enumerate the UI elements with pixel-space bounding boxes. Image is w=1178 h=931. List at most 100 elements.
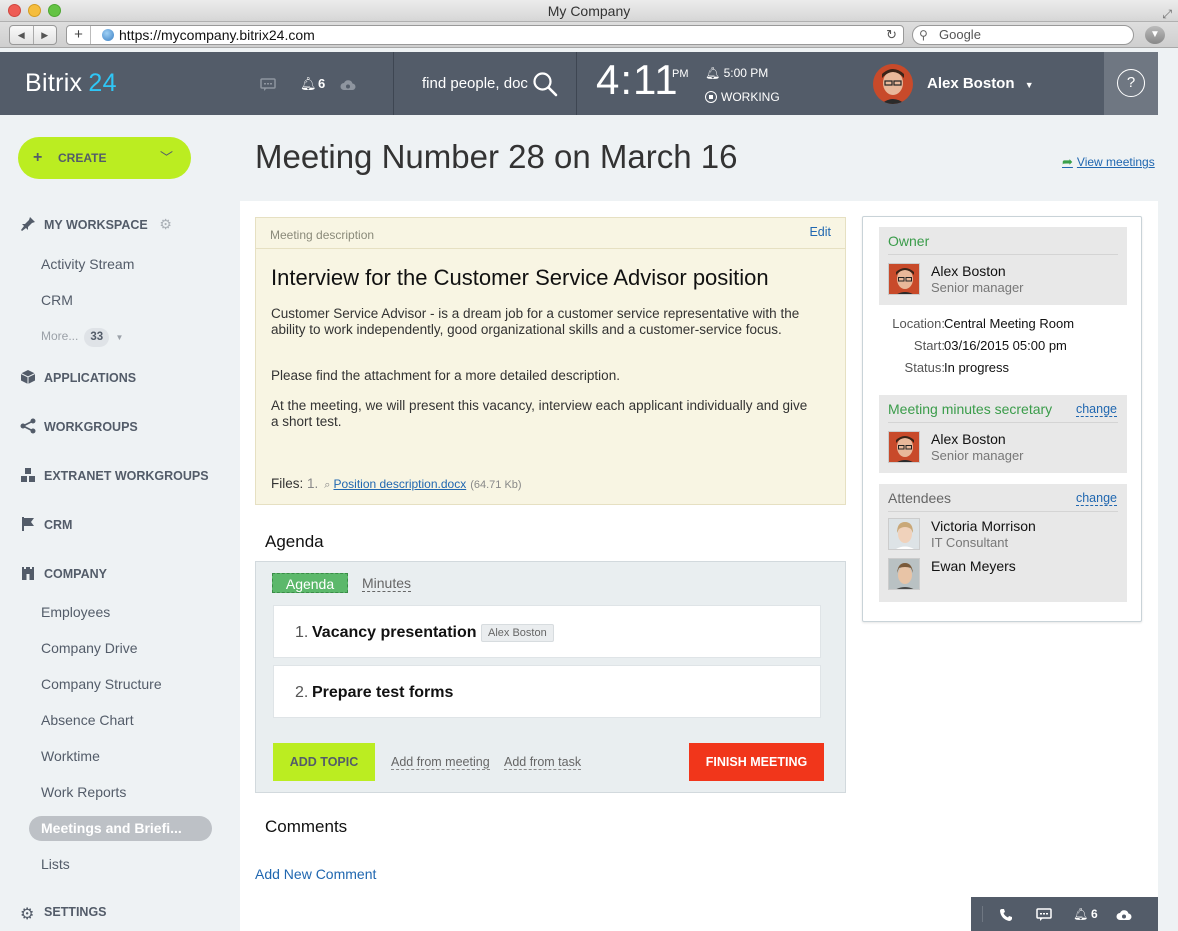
page-title: Meeting Number 28 on March 16 — [255, 138, 738, 175]
zoom-window-button[interactable] — [48, 4, 61, 17]
plus-icon: + — [33, 149, 43, 166]
help-button[interactable]: ? — [1104, 52, 1158, 115]
search-icon: ⚲ — [919, 28, 928, 42]
work-status[interactable]: WORKING — [705, 90, 780, 104]
edit-description-link[interactable]: Edit — [809, 225, 831, 239]
sidebar-item-absence-chart[interactable]: Absence Chart — [41, 712, 134, 728]
header-divider — [393, 52, 394, 115]
search-icon[interactable] — [532, 71, 558, 97]
clock-ampm: PM — [672, 68, 689, 80]
download-icon[interactable]: ▼ — [1145, 26, 1165, 44]
user-avatar[interactable] — [873, 64, 913, 104]
owner-title: Owner — [888, 233, 930, 249]
sidebar-section-applications[interactable]: APPLICATIONS — [20, 369, 136, 385]
browser-titlebar: My Company ⤢ — [0, 0, 1178, 22]
cloud-icon[interactable] — [340, 52, 356, 115]
secretary-title: Meeting minutes secretary — [888, 401, 1053, 417]
attendees-block: Attendees change Victoria Morrison IT Co… — [879, 484, 1127, 602]
chat-icon[interactable] — [260, 52, 276, 115]
change-secretary-link[interactable]: change — [1075, 403, 1117, 417]
sidebar-section-workgroups[interactable]: WORKGROUPS — [20, 418, 138, 434]
close-window-button[interactable] — [8, 4, 21, 17]
create-button[interactable]: + CREATE ﹀ — [18, 137, 191, 179]
clock-time[interactable]: 4:11 — [596, 56, 679, 104]
header-divider — [576, 52, 577, 115]
topic-responsible-tag[interactable]: Alex Boston — [481, 624, 554, 642]
gear-icon[interactable]: ⚙ — [159, 216, 172, 232]
file-link[interactable]: Position description.docx — [333, 477, 466, 491]
back-icon[interactable]: ◀ — [10, 26, 34, 44]
tab-minutes[interactable]: Minutes — [362, 575, 412, 592]
url-text[interactable]: https://mycompany.bitrix24.com — [119, 26, 315, 44]
bell-icon[interactable]: 🔔︎ — [300, 52, 317, 115]
caret-down-icon: ▼ — [115, 333, 124, 342]
attachment-icon: ⌕ — [324, 479, 331, 491]
caret-down-icon: ▼ — [1024, 80, 1034, 90]
change-attendees-link[interactable]: change — [1075, 492, 1117, 506]
reload-icon[interactable]: ↻ — [886, 26, 897, 44]
view-meetings-link[interactable]: ➦ View meetings — [1062, 154, 1155, 170]
divider — [982, 906, 983, 922]
alarm-reminder[interactable]: 🔔︎ 5:00 PM — [705, 66, 768, 80]
phone-icon[interactable] — [999, 897, 1013, 931]
globe-icon — [102, 29, 114, 41]
sidebar-section-settings[interactable]: ⚙ SETTINGS — [20, 905, 107, 923]
divider — [888, 511, 1118, 512]
add-topic-button[interactable]: ADD TOPIC — [273, 743, 375, 781]
agenda-panel: Agenda Minutes 1. Vacancy presentation A… — [255, 561, 846, 793]
arrow-icon: ➦ — [1062, 154, 1073, 169]
sidebar-item-crm[interactable]: CRM — [41, 292, 73, 308]
browser-search-input[interactable]: ⚲ Google — [912, 25, 1134, 45]
sidebar-item-company-drive[interactable]: Company Drive — [41, 640, 137, 656]
description-label: Meeting description — [270, 228, 375, 242]
sidebar-section-company[interactable]: COMPANY — [20, 565, 107, 581]
topic-title: Vacancy presentation — [312, 624, 477, 641]
finish-meeting-button[interactable]: FINISH MEETING — [689, 743, 824, 781]
address-bar[interactable]: + https://mycompany.bitrix24.com ↻ — [66, 25, 904, 45]
chat-icon[interactable] — [1036, 897, 1052, 931]
sidebar-item-worktime[interactable]: Worktime — [41, 748, 100, 764]
sidebar-item-meetings[interactable]: Meetings and Briefi... — [29, 816, 212, 841]
alarm-icon: 🔔︎ — [705, 66, 724, 80]
location-row: Location: Central Meeting Room — [892, 316, 1075, 331]
minimize-window-button[interactable] — [28, 4, 41, 17]
pin-icon — [21, 217, 35, 231]
sidebar-section-my-workspace[interactable]: MY WORKSPACE ⚙ — [20, 216, 172, 233]
add-comment-link[interactable]: Add New Comment — [255, 866, 376, 882]
meeting-info-panel: Owner Alex Boston Senior manager Locatio… — [862, 216, 1142, 622]
add-bookmark-icon[interactable]: + — [67, 26, 91, 44]
add-from-meeting-link[interactable]: Add from meeting — [391, 755, 490, 770]
notifications-count[interactable]: 6 — [1091, 897, 1098, 931]
sidebar-item-company-structure[interactable]: Company Structure — [41, 676, 162, 692]
forward-icon[interactable]: ▶ — [34, 26, 57, 44]
sidebar-section-crm[interactable]: CRM — [20, 516, 72, 532]
notifications-count[interactable]: 6 — [318, 52, 325, 115]
agenda-topic[interactable]: 2. Prepare test forms — [273, 665, 821, 718]
agenda-topic[interactable]: 1. Vacancy presentation Alex Boston — [273, 605, 821, 658]
bell-icon[interactable]: 🔔︎ — [1073, 897, 1088, 931]
sidebar-item-employees[interactable]: Employees — [41, 604, 110, 620]
help-icon: ? — [1117, 69, 1145, 97]
avatar — [888, 431, 920, 463]
agenda-title: Agenda — [265, 532, 324, 551]
sidebar-item-activity-stream[interactable]: Activity Stream — [41, 256, 134, 272]
cloud-icon[interactable] — [1116, 897, 1132, 931]
description-heading: Interview for the Customer Service Advis… — [271, 265, 769, 290]
sidebar-item-work-reports[interactable]: Work Reports — [41, 784, 126, 800]
user-menu[interactable]: Alex Boston ▼ — [927, 52, 1034, 117]
bottom-messenger-bar: 🔔︎ 6 — [971, 897, 1158, 931]
blocks-icon — [21, 468, 35, 482]
header-search-input[interactable]: find people, doc — [422, 52, 528, 115]
castle-icon — [22, 567, 34, 580]
avatar — [888, 518, 920, 550]
bitrix-logo[interactable]: Bitrix 24 — [25, 52, 117, 115]
sidebar-item-lists[interactable]: Lists — [41, 856, 70, 872]
browser-search-placeholder: Google — [939, 27, 981, 42]
sidebar-section-extranet[interactable]: EXTRANET WORKGROUPS — [20, 467, 209, 483]
avatar — [888, 263, 920, 295]
share-icon — [20, 418, 36, 434]
sidebar-more[interactable]: More... 33 ▼ — [41, 328, 123, 347]
attendees-title: Attendees — [888, 490, 952, 506]
tab-agenda[interactable]: Agenda — [272, 573, 348, 593]
add-from-task-link[interactable]: Add from task — [504, 755, 582, 770]
